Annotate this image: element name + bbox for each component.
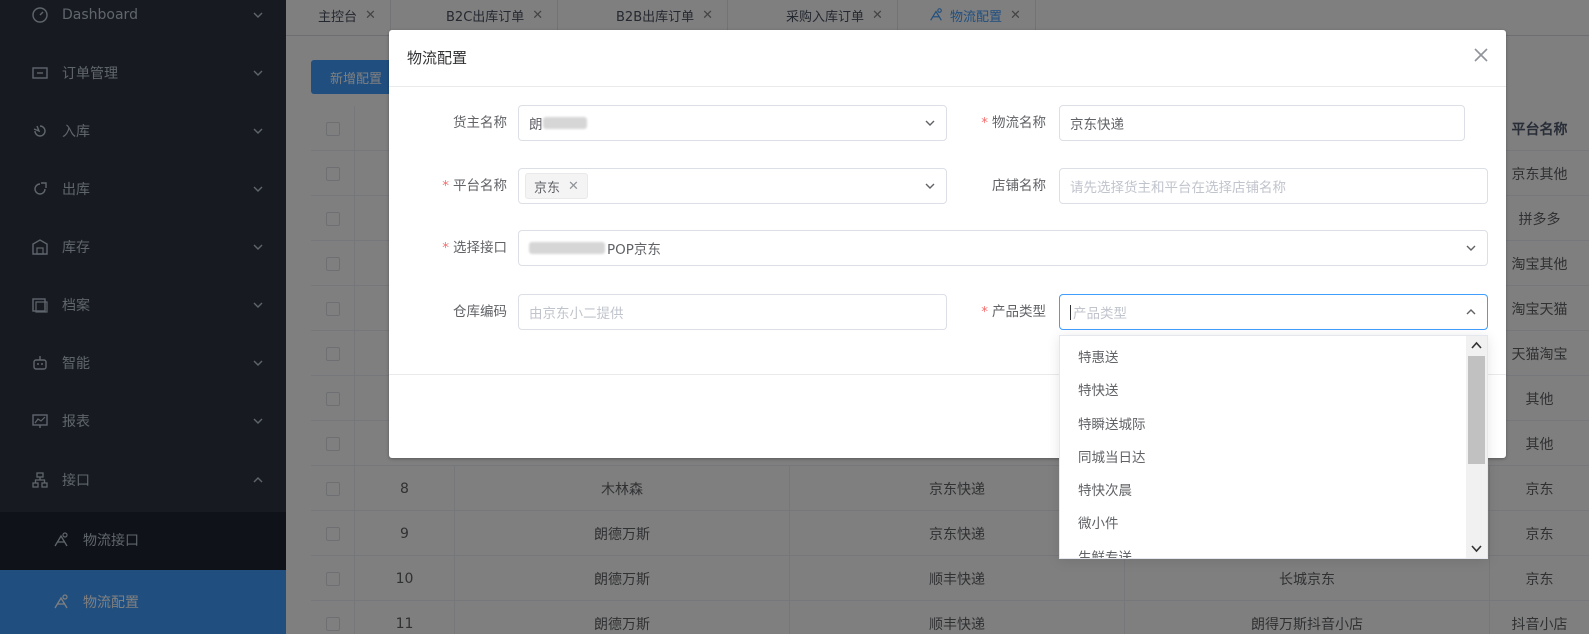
scroll-thumb[interactable]: [1468, 356, 1485, 464]
product-type-label: * 产品类型: [959, 294, 1046, 330]
dropdown-option[interactable]: 特惠送: [1060, 342, 1468, 375]
shop-select[interactable]: 请先选择货主和平台在选择店铺名称: [1059, 168, 1488, 204]
dropdown-option[interactable]: 生鲜专送: [1060, 542, 1468, 558]
logistics-name-field[interactable]: 京东快递: [1059, 105, 1465, 141]
owner-select[interactable]: 朗: [518, 105, 947, 141]
product-type-select[interactable]: 产品类型: [1059, 294, 1488, 330]
dropdown-option[interactable]: 微小件: [1060, 508, 1468, 541]
chevron-down-icon: [924, 117, 936, 129]
text-cursor: [1070, 304, 1071, 320]
api-label-text: 选择接口: [453, 240, 507, 256]
required-mark: *: [981, 115, 988, 131]
owner-value: 朗: [529, 117, 543, 133]
dialog-title: 物流配置: [407, 49, 468, 67]
platform-label: * 平台名称: [389, 168, 507, 204]
dropdown-option[interactable]: 同城当日达: [1060, 442, 1468, 475]
owner-label-text: 货主名称: [453, 115, 507, 131]
shop-placeholder: 请先选择货主和平台在选择店铺名称: [1070, 180, 1286, 196]
required-mark: *: [442, 240, 449, 256]
product-type-placeholder: 产品类型: [1073, 306, 1127, 322]
platform-label-text: 平台名称: [453, 178, 507, 194]
dropdown-option[interactable]: 特瞬送城际: [1060, 409, 1468, 442]
logistics-name-label: * 物流名称: [959, 105, 1046, 141]
required-mark: *: [981, 304, 988, 320]
scroll-down-icon[interactable]: [1470, 542, 1483, 555]
dropdown-scrollbar[interactable]: [1466, 336, 1487, 558]
product-type-dropdown: 特惠送 特快送 特瞬送城际 同城当日达 特快次晨 微小件 生鲜专送: [1059, 335, 1488, 559]
warehouse-code-label: 仓库编码: [389, 294, 507, 330]
platform-tag: 京东 ✕: [525, 173, 588, 199]
platform-select[interactable]: 京东 ✕: [518, 168, 947, 204]
owner-label: 货主名称: [389, 105, 507, 141]
api-value: POP京东: [607, 242, 661, 258]
logistics-label-text: 物流名称: [992, 115, 1046, 131]
redacted-text: [542, 117, 587, 129]
logistics-name-value: 京东快递: [1070, 117, 1124, 133]
close-icon[interactable]: ✕: [568, 179, 579, 194]
warehouse-code-input[interactable]: 由京东小二提供: [518, 294, 947, 330]
shop-label-text: 店铺名称: [992, 178, 1046, 194]
platform-tag-label: 京东: [534, 180, 561, 196]
dialog-header: 物流配置: [389, 30, 1506, 87]
api-label: * 选择接口: [389, 230, 507, 266]
chevron-down-icon: [1465, 242, 1477, 254]
redacted-text: [529, 242, 605, 254]
shop-label: 店铺名称: [959, 168, 1046, 204]
chevron-down-icon: [924, 180, 936, 192]
warehouse-label-text: 仓库编码: [453, 304, 507, 320]
api-select[interactable]: POP京东: [518, 230, 1488, 266]
dropdown-option[interactable]: 特快次晨: [1060, 475, 1468, 508]
dropdown-option[interactable]: 特快送: [1060, 375, 1468, 408]
product-label-text: 产品类型: [992, 304, 1046, 320]
scroll-up-icon[interactable]: [1470, 339, 1483, 352]
chevron-up-icon: [1465, 306, 1477, 318]
warehouse-placeholder: 由京东小二提供: [529, 306, 624, 322]
required-mark: *: [442, 178, 449, 194]
close-icon[interactable]: [1472, 46, 1490, 64]
